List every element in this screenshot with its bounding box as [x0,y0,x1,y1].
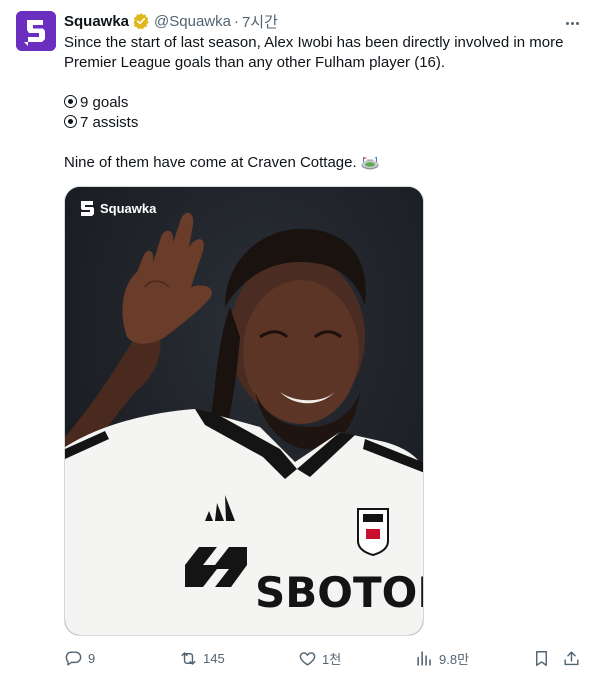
repost-count: 145 [203,650,225,666]
view-count: 9.8만 [439,651,470,667]
repost-button[interactable]: 145 [179,646,225,670]
stadium-emoji-icon [361,154,379,170]
stat-assists-label: 7 assists [80,114,139,131]
stat-goals-label: 9 goals [80,94,129,111]
closing-line: Nine of them have come at Craven Cottage… [64,153,584,173]
squawka-logo-icon [16,11,56,51]
repost-icon [181,651,196,665]
bookmark-icon [536,650,547,666]
more-icon[interactable] [562,13,582,33]
tweet[interactable]: Squawka @Squawka · 7시간 Since the start o… [0,0,598,679]
reply-icon [65,650,82,666]
like-count: 1천 [322,651,342,667]
views-button[interactable]: 9.8만 [415,646,469,670]
reply-count: 9 [88,650,96,666]
bookmark-button[interactable] [532,646,551,670]
stat-goals: 9 goals [64,93,584,113]
author-avatar[interactable] [16,11,56,51]
share-button[interactable] [562,646,581,670]
like-icon [299,651,316,666]
tweet-actions: 9 145 1천 9.8만 [64,646,588,670]
closing-line-text: Nine of them have come at Craven Cottage… [64,154,357,171]
tweet-header: Squawka @Squawka · 7시간 [64,11,278,31]
watermark-logo-icon [81,201,94,216]
verified-badge-icon[interactable] [132,12,150,30]
watermark-text: Squawka [100,201,157,216]
radio-bullet-icon [64,95,77,108]
watermark: Squawka [79,200,156,217]
player-photo-image: SBOTOP [65,187,424,635]
text-line-2: Premier League goals than any other Fulh… [64,54,446,71]
radio-bullet-icon [64,115,77,128]
stat-assists: 7 assists [64,113,584,133]
tweet-text: Since the start of last season, Alex Iwo… [64,33,584,173]
media-photo[interactable]: SBOTOP Squawka [64,186,424,636]
text-line-1: Since the start of last season, Alex Iwo… [64,34,564,51]
reply-button[interactable]: 9 [64,646,95,670]
shirt-sponsor-text: SBOTOP [255,568,424,617]
author-name[interactable]: Squawka [64,13,129,30]
author-handle[interactable]: @Squawka [154,13,231,30]
like-button[interactable]: 1천 [298,646,341,670]
separator-dot: · [233,12,239,30]
timestamp[interactable]: 7시간 [242,11,278,32]
views-icon [417,650,431,666]
share-icon [564,650,579,665]
